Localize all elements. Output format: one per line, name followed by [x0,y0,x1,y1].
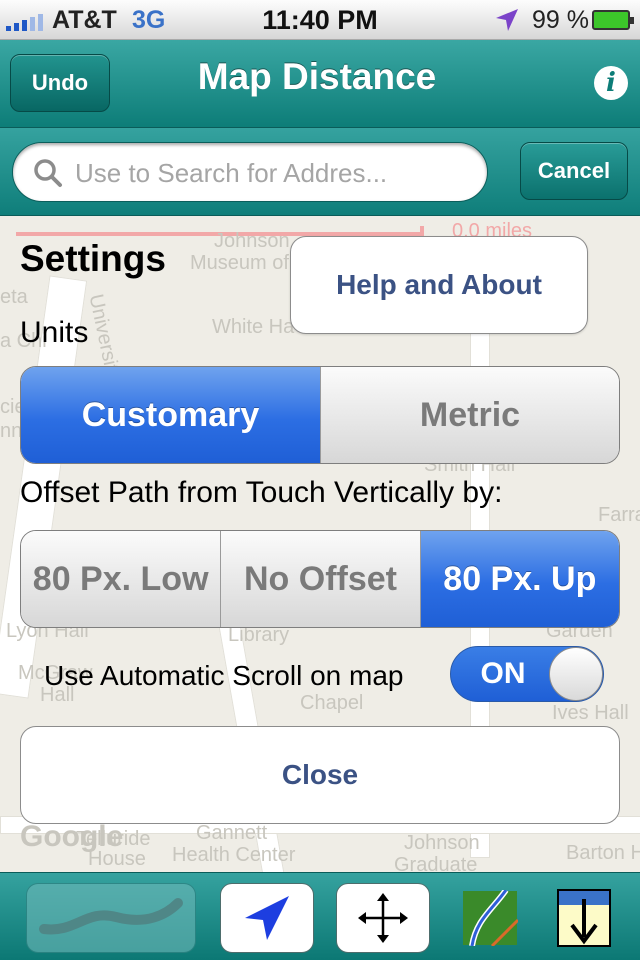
settings-title: Settings [20,238,166,279]
map-label: White Ha [212,316,295,338]
toggle-on-text: ON [480,657,526,690]
map-label: Barton H [566,842,640,864]
map-label: Johnson [214,230,290,252]
offset-label: Offset Path from Touch Vertically by: [20,476,503,509]
map-label: Museum of [190,252,289,274]
help-and-about-button[interactable]: Help and About [290,236,588,334]
map-label: Farrand [598,504,640,526]
battery-percent: 99 % [532,6,589,34]
map-label: Johnson [404,832,480,854]
units-segmented-control: Customary Metric [20,366,620,464]
info-icon[interactable]: i [594,66,628,100]
map-label: Chapel [300,692,364,714]
map-label: Graduate [394,854,478,872]
page-title: Map Distance [197,56,437,97]
draw-path-button[interactable] [26,883,196,953]
map-label: nn [0,420,23,442]
map-label: Ives Hall [552,702,629,724]
draw-path-icon [39,898,183,935]
current-location-button[interactable] [220,883,314,953]
location-services-icon [496,9,518,31]
units-label: Units [20,316,89,349]
units-option-customary[interactable]: Customary [21,367,320,463]
map-label: Gannett [196,822,268,844]
units-option-metric[interactable]: Metric [320,367,619,463]
bottom-toolbar [0,872,640,960]
auto-scroll-label: Use Automatic Scroll on map [44,660,404,691]
auto-scroll-toggle[interactable]: ON [450,646,604,702]
search-input[interactable] [73,151,473,195]
google-logo: Google [20,820,124,853]
navigation-bar: Undo Map Distance i [0,40,640,128]
offset-option-low[interactable]: 80 Px. Low [21,531,221,627]
battery-charging-icon [592,10,634,30]
map-type-button[interactable] [460,883,520,953]
download-button[interactable] [556,883,612,953]
search-bar: Cancel [0,128,640,216]
offset-option-up[interactable]: 80 Px. Up [419,531,619,627]
location-arrow-icon [245,896,289,940]
search-icon [34,159,62,187]
cancel-button[interactable]: Cancel [520,142,628,200]
close-button[interactable]: Close [20,726,620,824]
download-icon [557,889,611,947]
toggle-knob[interactable] [549,647,603,701]
offset-option-none[interactable]: No Offset [220,531,420,627]
map-label: eta [0,286,28,308]
offset-segmented-control: 80 Px. Low No Offset 80 Px. Up [20,530,620,628]
search-field[interactable] [12,142,488,202]
move-arrows-icon [358,893,408,943]
status-bar: AT&T 3G 11:40 PM 99 % [0,0,640,40]
map-layer-icon [463,890,518,946]
pan-mode-button[interactable] [336,883,430,953]
map-label: Health Center [172,844,296,866]
